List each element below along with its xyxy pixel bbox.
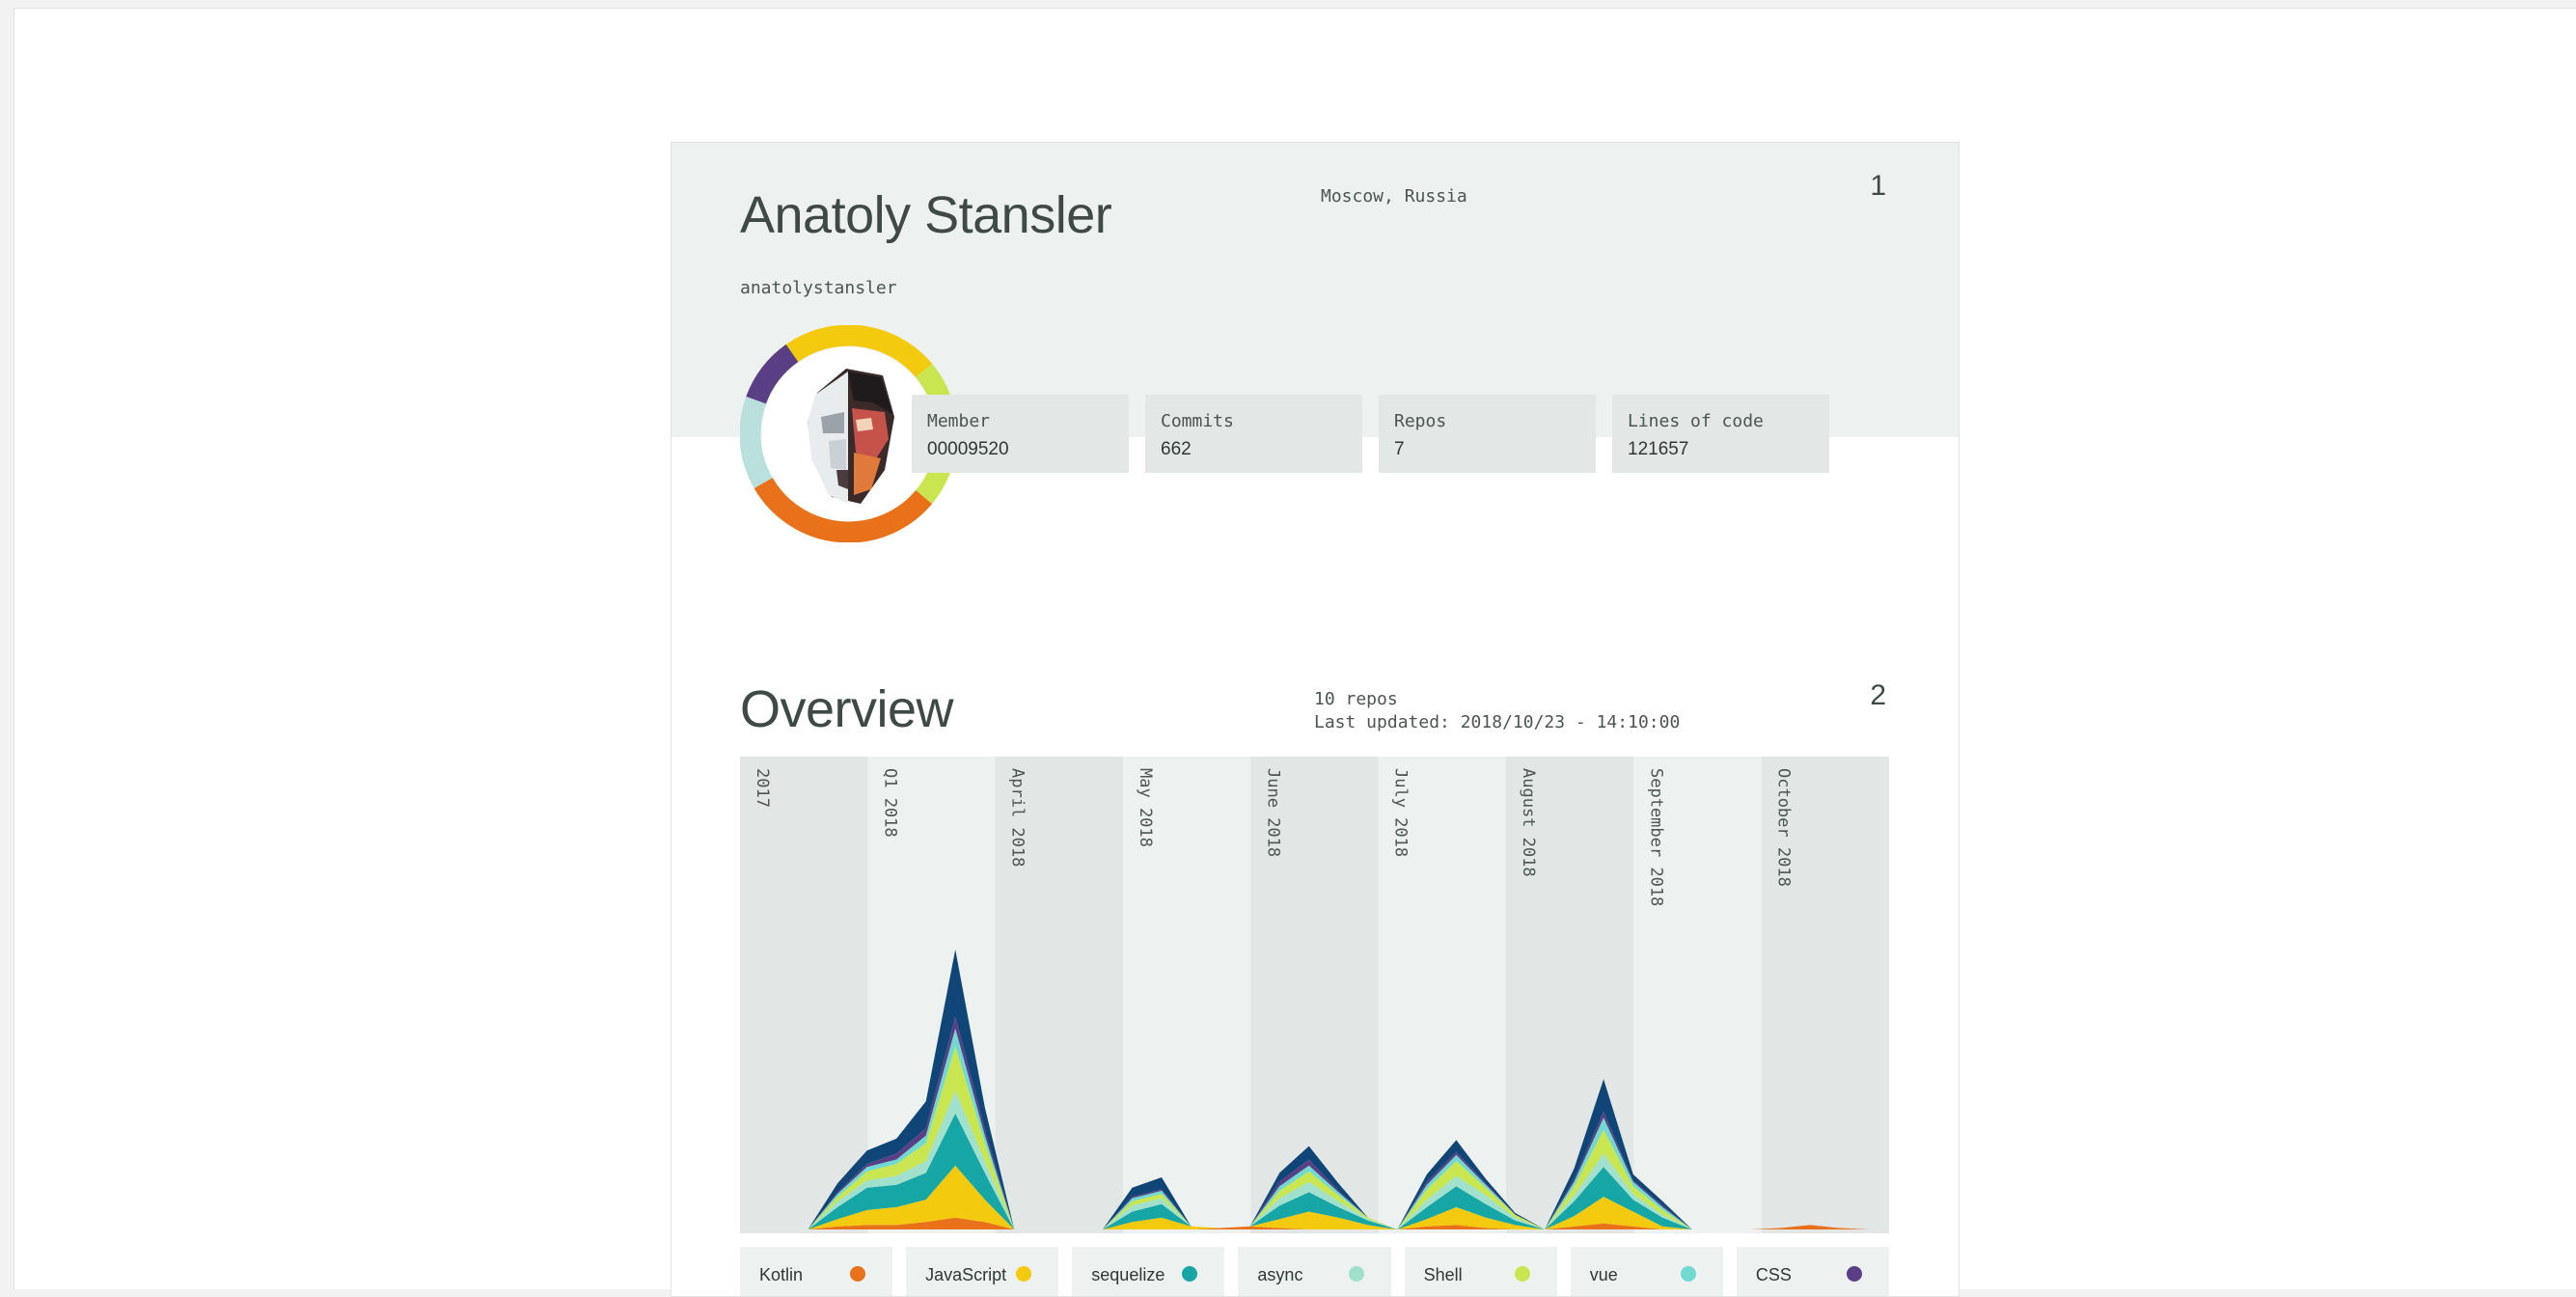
browser-viewport: Anatoly Stansler anatolystansler Moscow,… [14,8,2576,1297]
overview-repos: 10 repos [1314,689,1398,709]
legend-label: sequelize [1091,1265,1165,1284]
stat-value: 662 [1161,439,1192,459]
overview-title: Overview [740,680,954,738]
legend-label: async [1257,1265,1303,1284]
period-label: 2017 [753,768,772,808]
avatar-ring-segment [740,396,773,488]
overview-meta: 10 repos Last updated: 2018/10/23 - 14:1… [1314,688,1680,734]
period-label: April 2018 [1008,768,1028,867]
legend-item-shell: Shell [1404,1247,1557,1296]
stat-label: Repos [1394,411,1447,431]
stat-value: 121657 [1628,439,1689,459]
legend-swatch [1846,1266,1862,1282]
period-label: May 2018 [1136,768,1155,847]
legend-label: vue [1589,1265,1618,1284]
legend-item-sequelize: sequelize [1072,1247,1225,1296]
period-label: Q1 2018 [880,768,899,838]
legend-label: CSS [1755,1265,1792,1284]
legend-item-kotlin: Kotlin [740,1247,893,1296]
stat-label: Lines of code [1628,411,1764,431]
period-label: June 2018 [1263,768,1282,857]
page-number-2: 2 [1870,679,1886,711]
period-label: September 2018 [1646,768,1665,906]
stat-value: 00009520 [927,439,1009,459]
legend-item-async: async [1238,1247,1391,1296]
page-number-1: 1 [1870,170,1886,202]
profile-location: Moscow, Russia [1321,186,1467,207]
chart-legend: Kotlin JavaScript sequelize async Shell vue CS… [740,1247,1889,1296]
legend-swatch [1182,1266,1198,1282]
stat-member: Member 00009520 [912,395,1129,473]
legend-item-vue: vue [1570,1247,1723,1296]
legend-item-javascript: JavaScript [906,1247,1059,1296]
legend-swatch [1016,1266,1032,1282]
period-label: August 2018 [1519,768,1538,877]
stat-label: Member [927,411,991,431]
legend-swatch [1680,1266,1696,1282]
stat-commits: Commits 662 [1145,395,1362,473]
stat-lines-of-code: Lines of code 121657 [1612,395,1829,473]
profile-card: Anatoly Stansler anatolystansler Moscow,… [671,142,1959,1297]
stat-label: Commits [1161,411,1234,431]
legend-swatch [850,1266,866,1282]
legend-label: Shell [1423,1265,1463,1284]
period-band [740,757,868,1233]
stat-value: 7 [1394,439,1405,459]
profile-username: anatolystansler [740,278,897,298]
period-label: October 2018 [1774,768,1794,887]
overview-updated: Last updated: 2018/10/23 - 14:10:00 [1314,712,1681,732]
profile-name: Anatoly Stansler [740,186,1112,244]
period-label: July 2018 [1391,768,1411,857]
stat-repos: Repos 7 [1379,395,1596,473]
legend-swatch [1348,1266,1364,1282]
legend-label: Kotlin [759,1265,804,1284]
legend-swatch [1514,1266,1530,1282]
language-activity-chart: 2017 Q1 2018 April 2018 May 2018 June 2018 Ju… [740,757,1889,1233]
legend-label: JavaScript [925,1265,1007,1284]
legend-item-css: CSS [1736,1247,1889,1296]
